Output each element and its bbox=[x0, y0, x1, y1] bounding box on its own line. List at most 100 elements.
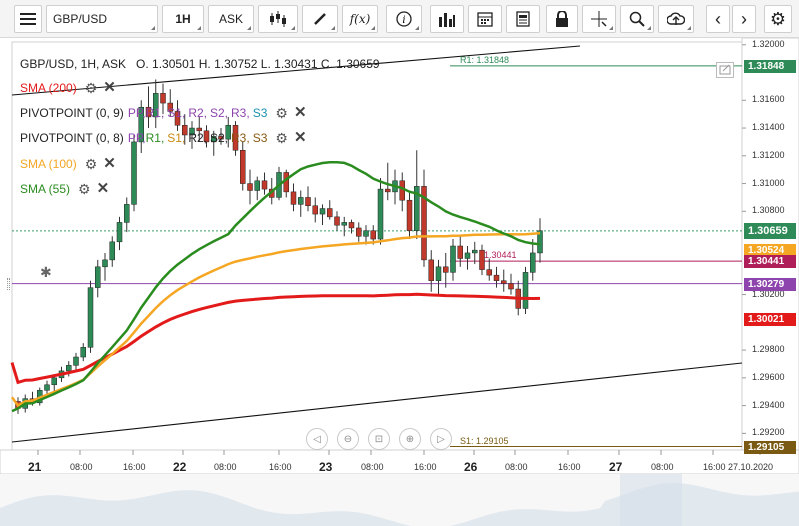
candle-body bbox=[334, 216, 340, 226]
timeframe-selector[interactable]: 1H bbox=[162, 5, 204, 33]
calendar-button[interactable] bbox=[468, 5, 502, 33]
indicators-button[interactable]: f(x) bbox=[342, 5, 378, 33]
hamburger-icon bbox=[20, 13, 36, 25]
x-tick-label: 08:00 bbox=[505, 462, 528, 472]
magnifier-icon bbox=[629, 11, 645, 27]
x-tick-label: 16:00 bbox=[414, 462, 437, 472]
symbol-label: GBP/USD bbox=[53, 12, 108, 26]
timeframe-label: 1H bbox=[175, 12, 191, 26]
candle-body bbox=[305, 197, 311, 207]
candle-body bbox=[428, 259, 434, 281]
sma200-legend: SMA (200) ⚙ ✕ bbox=[20, 80, 116, 95]
pivot1-legend: PIVOTPOINT (0, 9) PP, R1, S1, R2, S2, R3… bbox=[20, 105, 307, 120]
gear-icon[interactable]: ⚙ bbox=[275, 106, 288, 120]
debug-icon[interactable]: ✱ bbox=[40, 264, 52, 281]
pivot2-legend: PIVOTPOINT (0, 8) PP, R1, S1, R2, S2, R3… bbox=[20, 130, 307, 145]
y-tick-label: 1.29200 bbox=[752, 427, 785, 438]
x-tick-label: 08:00 bbox=[70, 462, 93, 472]
gear-icon[interactable]: ⚙ bbox=[85, 81, 98, 95]
gear-icon[interactable]: ⚙ bbox=[85, 157, 98, 171]
lock-button[interactable] bbox=[546, 5, 578, 33]
zoom-out-button[interactable]: ⊖ bbox=[337, 428, 359, 450]
pivot1-pp: PP, bbox=[127, 106, 146, 120]
x-tick-label: 27.10.2020 bbox=[728, 462, 774, 472]
y-tick-label: 1.30800 bbox=[752, 205, 785, 216]
plot-area bbox=[11, 41, 743, 451]
cloud-button[interactable] bbox=[658, 5, 694, 33]
pivot1-r2: R2, bbox=[188, 106, 207, 120]
price-type-selector[interactable]: ASK bbox=[208, 5, 254, 33]
info-button[interactable]: i bbox=[386, 5, 422, 33]
sma200-label: SMA (200) bbox=[20, 81, 77, 95]
menu-button[interactable] bbox=[14, 5, 42, 33]
left-scroll-handle[interactable] bbox=[7, 278, 10, 290]
scroll-left-button[interactable]: ◁ bbox=[306, 428, 328, 450]
expand-icon bbox=[719, 64, 731, 75]
price-chart[interactable]: GBP/USD, 1H, ASK O. 1.30501 H. 1.30752 L… bbox=[0, 38, 799, 526]
candle-body bbox=[247, 183, 253, 191]
pencil-icon bbox=[314, 13, 326, 25]
candle-body bbox=[312, 205, 318, 215]
symbol-selector[interactable]: GBP/USD bbox=[46, 5, 158, 33]
candle-body bbox=[472, 249, 478, 254]
candle-body bbox=[501, 280, 507, 284]
crosshair-button[interactable] bbox=[582, 5, 616, 33]
x-tick-label: 08:00 bbox=[361, 462, 384, 472]
y-tick-label: 1.29600 bbox=[752, 371, 785, 382]
close-icon[interactable]: ✕ bbox=[97, 181, 110, 196]
candle-body bbox=[131, 141, 137, 205]
ohlc-legend: GBP/USD, 1H, ASK O. 1.30501 H. 1.30752 L… bbox=[20, 57, 380, 71]
function-icon: f(x) bbox=[349, 12, 371, 26]
fullscreen-button[interactable] bbox=[716, 62, 734, 78]
forward-button[interactable]: › bbox=[732, 5, 756, 33]
close-icon[interactable]: ✕ bbox=[103, 80, 116, 95]
close-icon[interactable]: ✕ bbox=[294, 105, 307, 120]
sma55-label: SMA (55) bbox=[20, 182, 71, 196]
zoom-button[interactable] bbox=[620, 5, 654, 33]
y-tick-label: 1.32000 bbox=[752, 38, 785, 49]
draw-tool-button[interactable] bbox=[302, 5, 338, 33]
x-tick-label: 16:00 bbox=[123, 462, 146, 472]
candle-body bbox=[399, 180, 405, 201]
zoom-in-button[interactable]: ⊕ bbox=[399, 428, 421, 450]
candle-body bbox=[327, 208, 333, 218]
x-tick-label: 08:00 bbox=[214, 462, 237, 472]
x-tick-label: 08:00 bbox=[651, 462, 674, 472]
candle-body bbox=[80, 347, 86, 358]
gear-icon[interactable]: ⚙ bbox=[275, 131, 288, 145]
price-tag: 1.31848 bbox=[744, 59, 796, 73]
settings-button[interactable]: ⚙ bbox=[764, 5, 792, 33]
y-tick-label: 1.31000 bbox=[752, 177, 785, 188]
chart-type-button[interactable] bbox=[258, 5, 298, 33]
reset-view-button[interactable]: ⊡ bbox=[368, 428, 390, 450]
gear-icon: ⚙ bbox=[769, 8, 787, 29]
candle-body bbox=[435, 266, 442, 281]
price-tag: 1.30279 bbox=[744, 277, 796, 291]
volume-button[interactable] bbox=[430, 5, 464, 33]
candle-body bbox=[87, 287, 94, 348]
close-icon[interactable]: ✕ bbox=[294, 130, 307, 145]
scroll-right-button[interactable]: ▷ bbox=[430, 428, 452, 450]
gear-icon[interactable]: ⚙ bbox=[78, 182, 91, 196]
sma100-legend: SMA (100) ⚙ ✕ bbox=[20, 156, 116, 171]
pivot1-s3: S3 bbox=[252, 106, 268, 120]
price-type-label: ASK bbox=[218, 12, 243, 26]
close-icon[interactable]: ✕ bbox=[103, 156, 116, 171]
y-tick-label: 1.31400 bbox=[752, 122, 785, 133]
candle-body bbox=[109, 241, 115, 261]
y-tick-label: 1.31600 bbox=[752, 94, 785, 105]
news-button[interactable] bbox=[506, 5, 540, 33]
time-axis bbox=[0, 449, 799, 475]
svg-text:i: i bbox=[402, 15, 405, 26]
y-tick-label: 1.29800 bbox=[752, 344, 785, 355]
pivot2-pp: PP, bbox=[127, 131, 146, 145]
y-tick-label: 1.29400 bbox=[752, 399, 785, 410]
back-button[interactable]: ‹ bbox=[706, 5, 730, 33]
candle-body bbox=[522, 272, 529, 309]
candle-body bbox=[73, 356, 79, 366]
candle-body bbox=[530, 252, 536, 273]
candle-body bbox=[450, 245, 456, 273]
pivot1-s2: S2, bbox=[210, 106, 229, 120]
candle-body bbox=[116, 222, 123, 243]
x-tick-label: 22 bbox=[173, 460, 187, 474]
